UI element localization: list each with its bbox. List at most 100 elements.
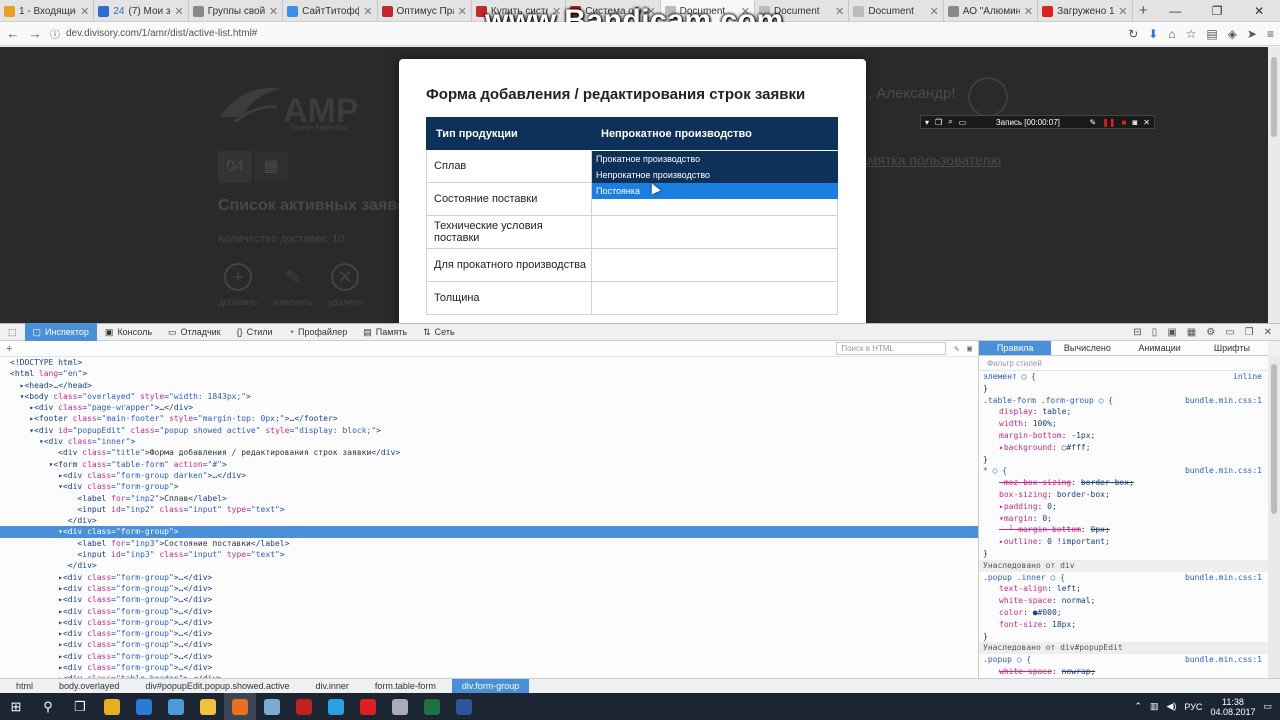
rule-property[interactable]: ▸outline: 0 !important; [979,536,1268,548]
edit-button[interactable]: ✎ изменить [268,263,318,307]
word-icon[interactable] [448,693,480,720]
scrollbar-thumb[interactable] [1271,364,1277,514]
split-console-icon[interactable]: ⊟ [1133,327,1141,338]
browser-tab[interactable]: Загружено 1 и✕ [1038,0,1133,22]
browser-tab[interactable]: Оптимус Прай ✕ [378,0,472,22]
network-icon[interactable]: ▥ [1150,701,1159,712]
property-name[interactable]: color [999,608,1023,617]
download-icon[interactable]: ⬇ [1148,27,1158,41]
property-name[interactable]: margin-bottom [999,431,1062,440]
send-icon[interactable]: ➤ [1247,27,1257,41]
markup-node[interactable]: <!DOCTYPE html> [0,357,978,368]
tab-fonts[interactable]: Шрифты [1196,341,1268,355]
user-avatar[interactable] [968,77,1008,117]
breadcrumb-item[interactable]: div#popupEdit.popup.showed.active [135,679,299,694]
settings-icon[interactable]: ⚙ [1206,327,1215,338]
close-tab-icon[interactable]: ✕ [1118,5,1127,18]
markup-node[interactable]: ▾<div class="inner"> [0,436,978,447]
responsive-icon[interactable]: ▯ [1152,327,1158,338]
property-value[interactable]: -1px; [1071,431,1095,440]
markup-node[interactable]: <input id="inp2" class="input" type="tex… [0,504,978,515]
breadcrumb-item[interactable]: div.form-group [451,678,530,694]
markup-node[interactable]: ▸<head>…</head> [0,380,978,391]
rules-scrollbar[interactable] [1268,356,1280,678]
add-button[interactable]: + добавить [213,263,263,307]
window-icon[interactable]: ❐ [935,118,942,127]
stop-icon[interactable]: ■ [1122,118,1127,127]
markup-node[interactable]: <label for="inp3">Состояние поставки</la… [0,538,978,549]
browser-tab[interactable]: СайтТитофф® ✕ [283,0,378,22]
search-html-input[interactable]: Поиск в HTML [836,342,947,355]
close-tab-icon[interactable]: ✕ [175,5,184,18]
tab-network[interactable]: ⇅ Сеть [415,323,463,341]
property-value[interactable]: table; [1042,407,1071,416]
windows-start-icon[interactable]: ⊞ [0,693,32,720]
rule-source-link[interactable]: inline [1233,371,1262,383]
markup-node[interactable]: <label for="inp2">Сплав</label> [0,493,978,504]
property-name[interactable]: white-space [999,596,1052,605]
markup-node[interactable]: ▸<div class="form-group">…</div> [0,651,978,662]
calendar-icon[interactable]: ▦ [254,151,288,183]
url-bar[interactable]: ⓘ dev.divisory.com/1/amr/dist/active-lis… [50,25,1120,43]
forward-icon[interactable]: → [28,26,42,41]
close-tab-icon[interactable]: ✕ [269,5,278,18]
property-value[interactable]: normal; [1062,596,1096,605]
info-icon[interactable]: ⓘ [50,26,60,41]
clock[interactable]: 11:38 04.08.2017 [1210,697,1255,717]
minimize-icon[interactable]: — [1154,0,1196,21]
markup-node[interactable]: ▾<body class="overlayed" style="width: 1… [0,391,978,402]
tab-inspector[interactable]: ▢ Инспектор [24,323,97,341]
tab-console[interactable]: ▣ Консоль [97,323,160,341]
markup-node[interactable]: </div> [0,560,978,571]
browser-tab[interactable]: АО "Алюмини ✕ [944,0,1039,22]
markup-node[interactable]: ▸<div class="form-group">…</div> [0,572,978,583]
chevron-down-icon[interactable]: ▾ [925,118,929,127]
form-row-input[interactable] [591,215,838,249]
property-value[interactable]: ○#fff; [1062,443,1091,452]
markup-node[interactable]: ▸<div class="form-group">…</div> [0,606,978,617]
property-name[interactable]: width [999,419,1023,428]
filezilla-icon[interactable] [288,693,320,720]
app-icon[interactable] [256,693,288,720]
close-tab-icon[interactable]: ✕ [458,5,467,18]
fullscreen-icon[interactable]: ▭ [959,118,967,127]
tab-rules[interactable]: Правила [979,341,1052,355]
scrollbar-thumb[interactable] [1271,57,1277,137]
property-value[interactable]: nowrap; [1062,667,1096,676]
delete-button[interactable]: ✕ удалить [320,263,370,307]
markup-node[interactable]: ▾<div id="popupEdit" class="popup showed… [0,425,978,436]
product-type-select[interactable]: Непрокатное производство [591,117,838,150]
pick-element-icon[interactable]: ⬚ [0,323,25,341]
excel-icon[interactable] [416,693,448,720]
rule-source-link[interactable]: bundle.min.css:1 [1185,572,1262,584]
close-tab-icon[interactable]: ✕ [1024,5,1033,18]
property-name[interactable]: └ margin-bottom [999,525,1081,534]
menu-icon[interactable]: ≡ [1267,27,1274,41]
property-name[interactable]: white-space [999,667,1052,676]
camera-icon[interactable]: ◙ [1132,118,1137,127]
property-value[interactable]: ●#000; [1033,608,1062,617]
breadcrumb-item[interactable]: html [6,679,43,694]
property-value[interactable]: 0; [1042,514,1052,523]
filter-styles-input[interactable]: Фильтр стилей [979,356,1268,371]
rule-property[interactable]: └ margin-bottom: 0px; [979,524,1268,536]
task-view-icon[interactable]: ❐ [64,693,96,720]
rule-property[interactable]: ▾margin: 0; [979,513,1268,525]
markup-node[interactable]: <html lang="en"> [0,368,978,379]
markup-node[interactable]: ▸<div class="page-wrapper">…</div> [0,402,978,413]
property-value[interactable]: border-box; [1081,478,1134,487]
eyedropper-icon[interactable]: ✎ [954,344,959,353]
close-devtools-icon[interactable]: ✕ [1264,327,1272,338]
rule-property[interactable]: width: 100%; [979,418,1268,430]
property-value[interactable]: 0 !important; [1047,537,1110,546]
rule-source-link[interactable]: bundle.min.css:1 [1185,395,1262,407]
property-value[interactable]: border-box; [1057,490,1110,499]
close-tab-icon[interactable]: ✕ [835,5,844,18]
screenshot-icon[interactable]: ▣ [1167,327,1176,338]
skype-icon[interactable] [320,693,352,720]
back-icon[interactable]: ← [6,26,20,41]
app-icon[interactable] [384,693,416,720]
separate-window-icon[interactable]: ❐ [1245,327,1254,338]
browser-tab[interactable]: Document ✕ [849,0,944,22]
markup-node[interactable]: ▾<div class="form-group"> [0,481,978,492]
